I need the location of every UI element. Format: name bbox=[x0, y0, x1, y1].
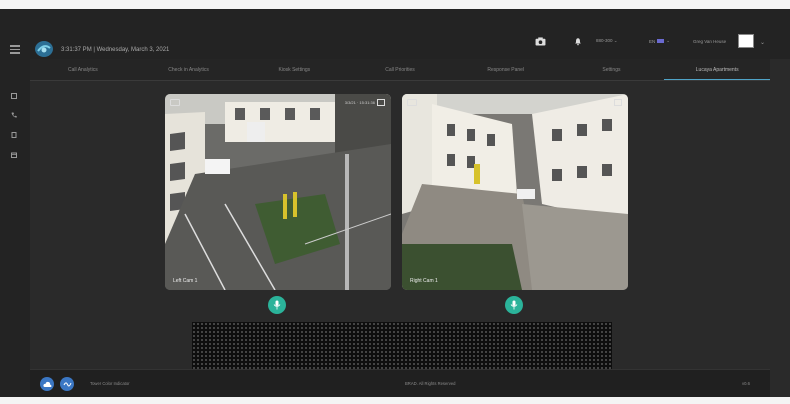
tab-settings[interactable]: Settings bbox=[559, 59, 665, 80]
camera-icon[interactable] bbox=[535, 37, 546, 46]
logo-icon bbox=[35, 41, 53, 57]
header-bar: 3:31:37 PM | Wednesday, March 3, 2021 bbox=[0, 9, 790, 59]
tab-check-in-analytics[interactable]: Check in Analytics bbox=[136, 59, 242, 80]
camera-feed-right[interactable]: Right Cam 1 bbox=[402, 94, 628, 290]
sidebar bbox=[0, 59, 30, 397]
cloud-icon bbox=[42, 381, 51, 387]
footer-bar: Tower Color Indicator BRAD. All Rights R… bbox=[30, 369, 770, 397]
camera-screenshot-icon[interactable] bbox=[170, 99, 180, 106]
version-text: v0.6 bbox=[742, 381, 750, 386]
camera-timestamp: 3/3/21 · 15:31:36 bbox=[344, 100, 375, 105]
copyright-text: BRAD. All Rights Reserved bbox=[405, 381, 456, 386]
wave-button[interactable] bbox=[60, 377, 74, 391]
bottom-strip bbox=[0, 397, 790, 404]
top-strip bbox=[0, 0, 790, 9]
doc-icon[interactable] bbox=[11, 132, 17, 138]
fullscreen-icon[interactable] bbox=[614, 99, 622, 106]
mic-button-left[interactable] bbox=[268, 296, 286, 314]
tab-call-priorities[interactable]: Call Priorities bbox=[347, 59, 453, 80]
bell-icon[interactable] bbox=[574, 37, 582, 46]
tab-call-analytics[interactable]: Call Analytics bbox=[30, 59, 136, 80]
datetime-display: 3:31:37 PM | Wednesday, March 3, 2021 bbox=[61, 47, 170, 53]
chevron-down-icon[interactable]: ⌄ bbox=[760, 39, 765, 46]
camera-screenshot-icon[interactable] bbox=[407, 99, 417, 106]
calendar-icon[interactable] bbox=[11, 152, 17, 158]
wave-icon bbox=[63, 381, 71, 386]
fullscreen-icon[interactable] bbox=[377, 99, 385, 106]
avatar[interactable] bbox=[738, 34, 754, 48]
mic-icon bbox=[273, 300, 281, 310]
tab-bar: Call Analytics Check in Analytics Kiosk … bbox=[30, 59, 771, 81]
phone-icon[interactable] bbox=[11, 112, 17, 118]
site-selector[interactable]: 880-300 ⌄ bbox=[596, 32, 618, 50]
camera-image bbox=[165, 94, 391, 290]
mic-icon bbox=[510, 300, 518, 310]
led-display-panel bbox=[192, 322, 612, 369]
camera-label: Right Cam 1 bbox=[410, 278, 438, 284]
language-selector[interactable]: EN ⌄ bbox=[649, 32, 670, 50]
menu-icon[interactable] bbox=[10, 45, 20, 54]
tab-response-panel[interactable]: Response Panel bbox=[453, 59, 559, 80]
camera-feed-left[interactable]: 3/3/21 · 15:31:36 Left Cam 1 bbox=[165, 94, 391, 290]
cloud-button[interactable] bbox=[40, 377, 54, 391]
tab-lucaya-apartments[interactable]: Lucaya Apartments bbox=[664, 59, 771, 80]
user-name[interactable]: Greg Van Heuse bbox=[693, 32, 726, 50]
flag-icon bbox=[657, 39, 665, 43]
mic-button-right[interactable] bbox=[505, 296, 523, 314]
home-icon[interactable] bbox=[11, 93, 17, 99]
camera-image bbox=[402, 94, 628, 290]
tab-kiosk-settings[interactable]: Kiosk Settings bbox=[241, 59, 347, 80]
language-chevron: ⌄ bbox=[666, 38, 671, 43]
language-code: EN bbox=[649, 38, 656, 44]
tower-color-indicator[interactable]: Tower Color Indicator bbox=[90, 381, 130, 386]
camera-label: Left Cam 1 bbox=[173, 278, 198, 284]
